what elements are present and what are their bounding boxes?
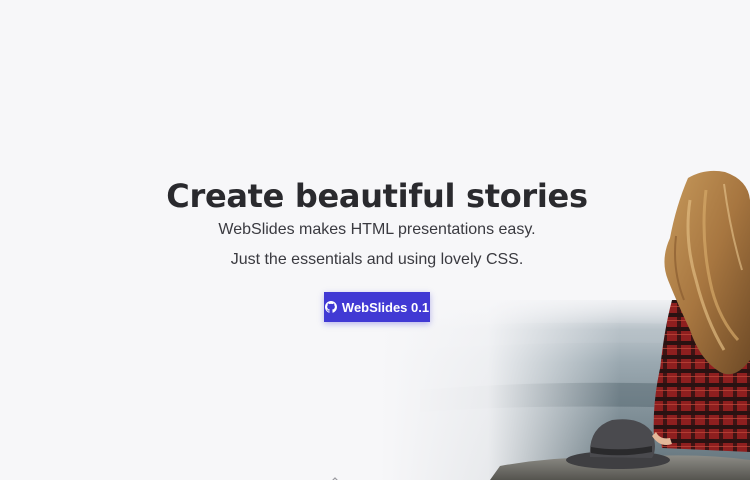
scroll-down-arrow-icon[interactable] (328, 472, 342, 480)
slide: Create beautiful stories WebSlides makes… (0, 0, 750, 480)
webslides-button-label: WebSlides 0.1 (341, 299, 430, 315)
hero-content: Create beautiful stories WebSlides makes… (0, 176, 750, 322)
hero-subtitle-line2: Just the essentials and using lovely CSS… (230, 251, 524, 268)
webslides-github-button[interactable]: WebSlides 0.1 (324, 292, 430, 322)
hero-subtitle-line1: WebSlides makes HTML presentations easy. (218, 221, 536, 238)
github-icon (324, 301, 337, 313)
hero-title: Create beautiful stories (166, 177, 588, 215)
